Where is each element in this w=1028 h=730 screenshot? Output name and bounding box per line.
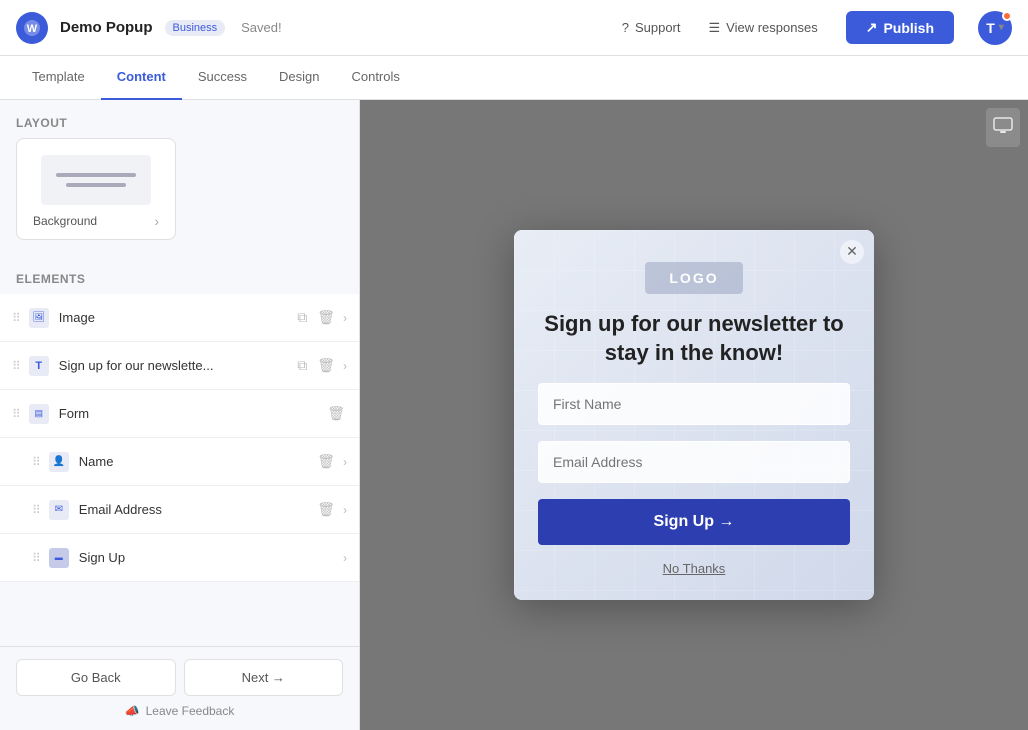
first-name-input[interactable] bbox=[538, 383, 850, 425]
chevron-right-icon[interactable]: › bbox=[343, 359, 347, 373]
delete-icon[interactable]: 🗑 bbox=[315, 355, 337, 376]
svg-text:W: W bbox=[27, 23, 38, 35]
element-signup[interactable]: ⠿ ▬ Sign Up › bbox=[0, 534, 359, 582]
tab-bar: Template Content Success Design Controls bbox=[0, 56, 1028, 100]
element-actions: ⧉ 🗑 › bbox=[295, 307, 347, 328]
chevron-right-icon[interactable]: › bbox=[343, 551, 347, 565]
element-actions: ⧉ 🗑 › bbox=[295, 355, 347, 376]
image-icon: 🖼 bbox=[29, 308, 49, 328]
chevron-right-icon[interactable]: › bbox=[343, 311, 347, 325]
layout-preview bbox=[41, 155, 151, 205]
canvas-area: ✕ LOGO Sign up for our newsletter to sta… bbox=[360, 100, 1028, 730]
popup-logo: LOGO bbox=[645, 262, 742, 294]
button-icon: ▬ bbox=[49, 548, 69, 568]
go-back-button[interactable]: Go Back bbox=[16, 659, 176, 696]
email-input[interactable] bbox=[538, 441, 850, 483]
responses-label: View responses bbox=[726, 20, 818, 35]
tab-content[interactable]: Content bbox=[101, 56, 182, 100]
support-link[interactable]: ? Support bbox=[622, 20, 681, 35]
layout-section-label: Layout bbox=[0, 100, 359, 138]
copy-icon[interactable]: ⧉ bbox=[295, 355, 309, 376]
form-icon: ▤ bbox=[29, 404, 49, 424]
element-actions: 🗑 › bbox=[315, 451, 347, 472]
element-label: Form bbox=[59, 406, 325, 421]
expand-icon[interactable]: › bbox=[154, 213, 159, 229]
elements-section-label: Elements bbox=[0, 256, 359, 294]
app-title: Demo Popup bbox=[60, 19, 153, 36]
copy-icon[interactable]: ⧉ bbox=[295, 307, 309, 328]
sidebar-footer: Go Back Next → 📣 Leave Feedback bbox=[0, 646, 359, 730]
list-icon: ☰ bbox=[709, 20, 721, 36]
drag-handle[interactable]: ⠿ bbox=[32, 551, 41, 565]
layout-card-area: Background › bbox=[0, 138, 359, 256]
element-label: Name bbox=[79, 454, 315, 469]
tab-controls[interactable]: Controls bbox=[335, 56, 415, 100]
sidebar: Layout Background › Elements bbox=[0, 100, 360, 730]
element-actions: 🗑 › bbox=[315, 499, 347, 520]
text-icon: T bbox=[29, 356, 49, 376]
element-name[interactable]: ⠿ 👤 Name 🗑 › bbox=[0, 438, 359, 486]
element-form[interactable]: ⠿ ▤ Form 🗑 bbox=[0, 390, 359, 438]
device-toggle[interactable] bbox=[986, 108, 1020, 147]
signup-button[interactable]: Sign Up → bbox=[538, 499, 850, 545]
chevron-right-icon[interactable]: › bbox=[343, 455, 347, 469]
next-button[interactable]: Next → bbox=[184, 659, 344, 696]
no-thanks-button[interactable]: No Thanks bbox=[663, 561, 726, 576]
delete-icon[interactable]: 🗑 bbox=[325, 403, 347, 424]
support-label: Support bbox=[635, 20, 681, 35]
plan-badge: Business bbox=[165, 20, 226, 36]
element-label: Image bbox=[59, 310, 295, 325]
notification-dot bbox=[1002, 11, 1012, 21]
delete-icon[interactable]: 🗑 bbox=[315, 499, 337, 520]
footer-buttons: Go Back Next → bbox=[16, 659, 343, 696]
layout-line-1 bbox=[56, 173, 136, 177]
canvas-background: ✕ LOGO Sign up for our newsletter to sta… bbox=[360, 100, 1028, 730]
layout-card-label: Background bbox=[33, 214, 97, 228]
leave-feedback-link[interactable]: 📣 Leave Feedback bbox=[16, 704, 343, 718]
element-image[interactable]: ⠿ 🖼 Image ⧉ 🗑 › bbox=[0, 294, 359, 342]
delete-icon[interactable]: 🗑 bbox=[315, 307, 337, 328]
main-area: Layout Background › Elements bbox=[0, 100, 1028, 730]
popup-content: ✕ LOGO Sign up for our newsletter to sta… bbox=[514, 230, 874, 600]
publish-icon: ↗ bbox=[866, 19, 878, 36]
drag-handle[interactable]: ⠿ bbox=[12, 311, 21, 325]
tab-success[interactable]: Success bbox=[182, 56, 263, 100]
layout-card[interactable]: Background › bbox=[16, 138, 176, 240]
tab-template[interactable]: Template bbox=[16, 56, 101, 100]
chevron-down-icon: ▾ bbox=[999, 22, 1004, 33]
saved-status: Saved! bbox=[241, 20, 281, 35]
delete-icon[interactable]: 🗑 bbox=[315, 451, 337, 472]
popup-headline: Sign up for our newsletter to stay in th… bbox=[538, 310, 850, 367]
element-actions: › bbox=[343, 551, 347, 565]
help-icon: ? bbox=[622, 20, 629, 35]
popup-preview: ✕ LOGO Sign up for our newsletter to sta… bbox=[514, 230, 874, 600]
element-label: Email Address bbox=[79, 502, 315, 517]
view-responses-link[interactable]: ☰ View responses bbox=[709, 20, 818, 36]
element-text[interactable]: ⠿ T Sign up for our newslette... ⧉ 🗑 › bbox=[0, 342, 359, 390]
user-avatar[interactable]: T ▾ bbox=[978, 11, 1012, 45]
popup-close-button[interactable]: ✕ bbox=[840, 240, 864, 264]
drag-handle[interactable]: ⠿ bbox=[12, 407, 21, 421]
name-icon: 👤 bbox=[49, 452, 69, 472]
elements-list: ⠿ 🖼 Image ⧉ 🗑 › ⠿ T Sign up for our news… bbox=[0, 294, 359, 582]
header: W Demo Popup Business Saved! ? Support ☰… bbox=[0, 0, 1028, 56]
drag-handle[interactable]: ⠿ bbox=[32, 503, 41, 517]
drag-handle[interactable]: ⠿ bbox=[32, 455, 41, 469]
element-label: Sign up for our newslette... bbox=[59, 358, 295, 373]
tab-design[interactable]: Design bbox=[263, 56, 335, 100]
element-actions: 🗑 bbox=[325, 403, 347, 424]
layout-line-2 bbox=[66, 183, 126, 187]
publish-button[interactable]: ↗ Publish bbox=[846, 11, 954, 44]
element-label: Sign Up bbox=[79, 550, 343, 565]
app-logo: W bbox=[16, 12, 48, 44]
element-email[interactable]: ⠿ ✉ Email Address 🗑 › bbox=[0, 486, 359, 534]
drag-handle[interactable]: ⠿ bbox=[12, 359, 21, 373]
email-icon: ✉ bbox=[49, 500, 69, 520]
chevron-right-icon[interactable]: › bbox=[343, 503, 347, 517]
feedback-icon: 📣 bbox=[125, 704, 140, 718]
